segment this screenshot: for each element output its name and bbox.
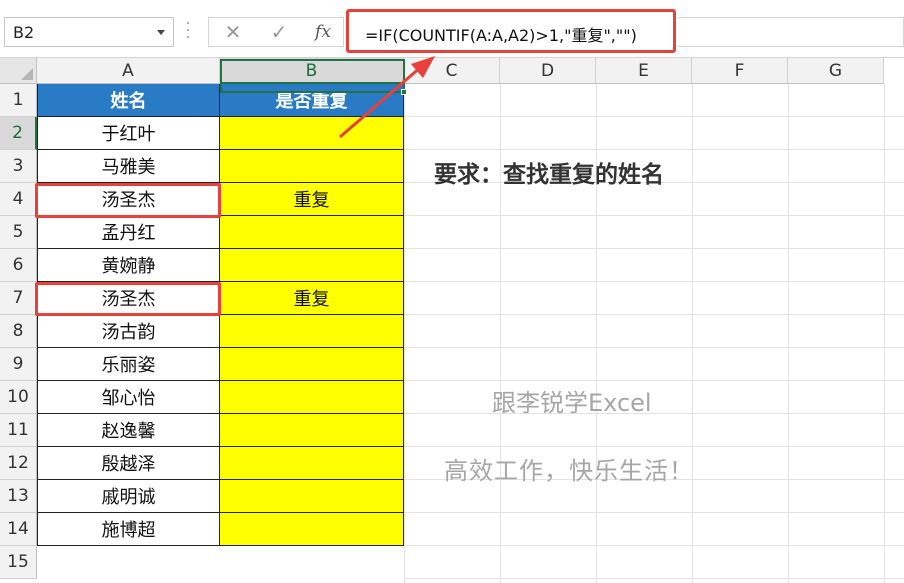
gridline-horizontal xyxy=(404,215,904,216)
column-header-f[interactable]: F xyxy=(692,58,788,84)
gridline-horizontal xyxy=(404,512,904,513)
name-cell[interactable]: 施博超 xyxy=(37,513,220,546)
table-header-duplicate[interactable]: 是否重复 xyxy=(220,84,404,117)
row-header-3[interactable]: 3 xyxy=(0,150,37,183)
more-options-icon[interactable]: · · · xyxy=(185,17,191,45)
watermark-line-2: 高效工作，快乐生活！ xyxy=(444,457,694,485)
gridline-horizontal xyxy=(404,446,904,447)
column-header-e[interactable]: E xyxy=(596,58,692,84)
duplicate-flag-cell[interactable] xyxy=(220,249,404,282)
gridline-vertical xyxy=(404,84,405,583)
formula-text: =IF(COUNTIF(A:A,A2)>1,"重复","") xyxy=(365,26,637,45)
row-header-4[interactable]: 4 xyxy=(0,183,37,216)
name-cell[interactable]: 汤圣杰 xyxy=(37,183,220,216)
row-header-14[interactable]: 14 xyxy=(0,513,37,546)
name-cell[interactable]: 汤圣杰 xyxy=(37,282,220,315)
formula-input-extension[interactable] xyxy=(678,17,904,47)
column-header-g[interactable]: G xyxy=(788,58,884,84)
gridline-vertical xyxy=(692,84,693,583)
name-cell[interactable]: 乐丽姿 xyxy=(37,348,220,381)
row-header-13[interactable]: 13 xyxy=(0,480,37,513)
row-header-11[interactable]: 11 xyxy=(0,414,37,447)
spreadsheet-grid: ABCDEFG 1 2 3 4 5 6 7 8 9 10 11 12 13 14 15 姓名 是否重复 于红叶马… xyxy=(0,58,904,583)
gridline-horizontal xyxy=(404,149,904,150)
name-cell[interactable]: 赵逸馨 xyxy=(37,414,220,447)
requirement-text: 要求：查找重复的姓名 xyxy=(434,162,664,188)
row-header-12[interactable]: 12 xyxy=(0,447,37,480)
duplicate-flag-cell[interactable]: 重复 xyxy=(220,183,404,216)
duplicate-flag-cell[interactable] xyxy=(220,381,404,414)
row-header-7[interactable]: 7 xyxy=(0,282,37,315)
duplicate-flag-cell[interactable] xyxy=(220,150,404,183)
select-all-triangle-icon xyxy=(21,68,33,80)
name-cell[interactable]: 黄婉静 xyxy=(37,249,220,282)
name-cell[interactable]: 于红叶 xyxy=(37,117,220,150)
gridline-horizontal xyxy=(404,248,904,249)
duplicate-flag-cell[interactable]: 重复 xyxy=(220,282,404,315)
row-header-5[interactable]: 5 xyxy=(0,216,37,249)
duplicate-flag-cell[interactable] xyxy=(220,315,404,348)
name-box[interactable]: B2 xyxy=(4,17,174,47)
row-header-1[interactable]: 1 xyxy=(0,84,37,117)
check-icon[interactable]: ✓ xyxy=(265,20,293,44)
gridline-horizontal xyxy=(404,380,904,381)
row-header-10[interactable]: 10 xyxy=(0,381,37,414)
row-header-15[interactable]: 15 xyxy=(0,546,37,579)
duplicate-flag-cell[interactable] xyxy=(220,414,404,447)
select-all-button[interactable] xyxy=(0,58,37,84)
chevron-down-icon[interactable] xyxy=(157,30,165,35)
name-cell[interactable]: 马雅美 xyxy=(37,150,220,183)
column-header-b[interactable]: B xyxy=(220,58,404,84)
table-header-name[interactable]: 姓名 xyxy=(37,84,220,117)
duplicate-flag-cell[interactable] xyxy=(220,447,404,480)
name-cell[interactable]: 殷越泽 xyxy=(37,447,220,480)
name-cell[interactable]: 汤古韵 xyxy=(37,315,220,348)
row-header-6[interactable]: 6 xyxy=(0,249,37,282)
column-header-d[interactable]: D xyxy=(500,58,596,84)
duplicate-flag-cell[interactable] xyxy=(220,117,404,150)
fx-icon[interactable]: fx xyxy=(309,22,337,42)
fill-handle[interactable] xyxy=(401,89,407,95)
duplicate-flag-cell[interactable] xyxy=(220,480,404,513)
row-header-8[interactable]: 8 xyxy=(0,315,37,348)
gridline-horizontal xyxy=(404,578,904,579)
formula-buttons: ✕ ✓ fx xyxy=(208,17,344,47)
duplicate-flag-cell[interactable] xyxy=(220,216,404,249)
close-icon[interactable]: ✕ xyxy=(219,20,247,44)
gridline-horizontal xyxy=(404,281,904,282)
gridline-horizontal xyxy=(404,314,904,315)
column-header-c[interactable]: C xyxy=(404,58,500,84)
name-box-value: B2 xyxy=(13,23,35,42)
watermark-line-1: 跟李锐学Excel xyxy=(492,389,652,417)
gridline-horizontal xyxy=(404,413,904,414)
name-cell[interactable]: 孟丹红 xyxy=(37,216,220,249)
row-header-2[interactable]: 2 xyxy=(0,117,37,150)
formula-input[interactable]: =IF(COUNTIF(A:A,A2)>1,"重复","") xyxy=(346,9,676,53)
duplicate-flag-cell[interactable] xyxy=(220,513,404,546)
row-header-9[interactable]: 9 xyxy=(0,348,37,381)
name-cell[interactable]: 邹心怡 xyxy=(37,381,220,414)
formula-bar: B2 · · · ✕ ✓ fx =IF(COUNTIF(A:A,A2)>1,"重复"… xyxy=(0,0,904,58)
gridline-horizontal xyxy=(404,116,904,117)
name-cell[interactable]: 戚明诚 xyxy=(37,480,220,513)
gridline-horizontal xyxy=(404,347,904,348)
column-header-a[interactable]: A xyxy=(37,58,220,84)
duplicate-flag-cell[interactable] xyxy=(220,348,404,381)
gridline-vertical xyxy=(788,84,789,583)
gridline-horizontal xyxy=(404,545,904,546)
gridline-vertical xyxy=(884,84,885,583)
